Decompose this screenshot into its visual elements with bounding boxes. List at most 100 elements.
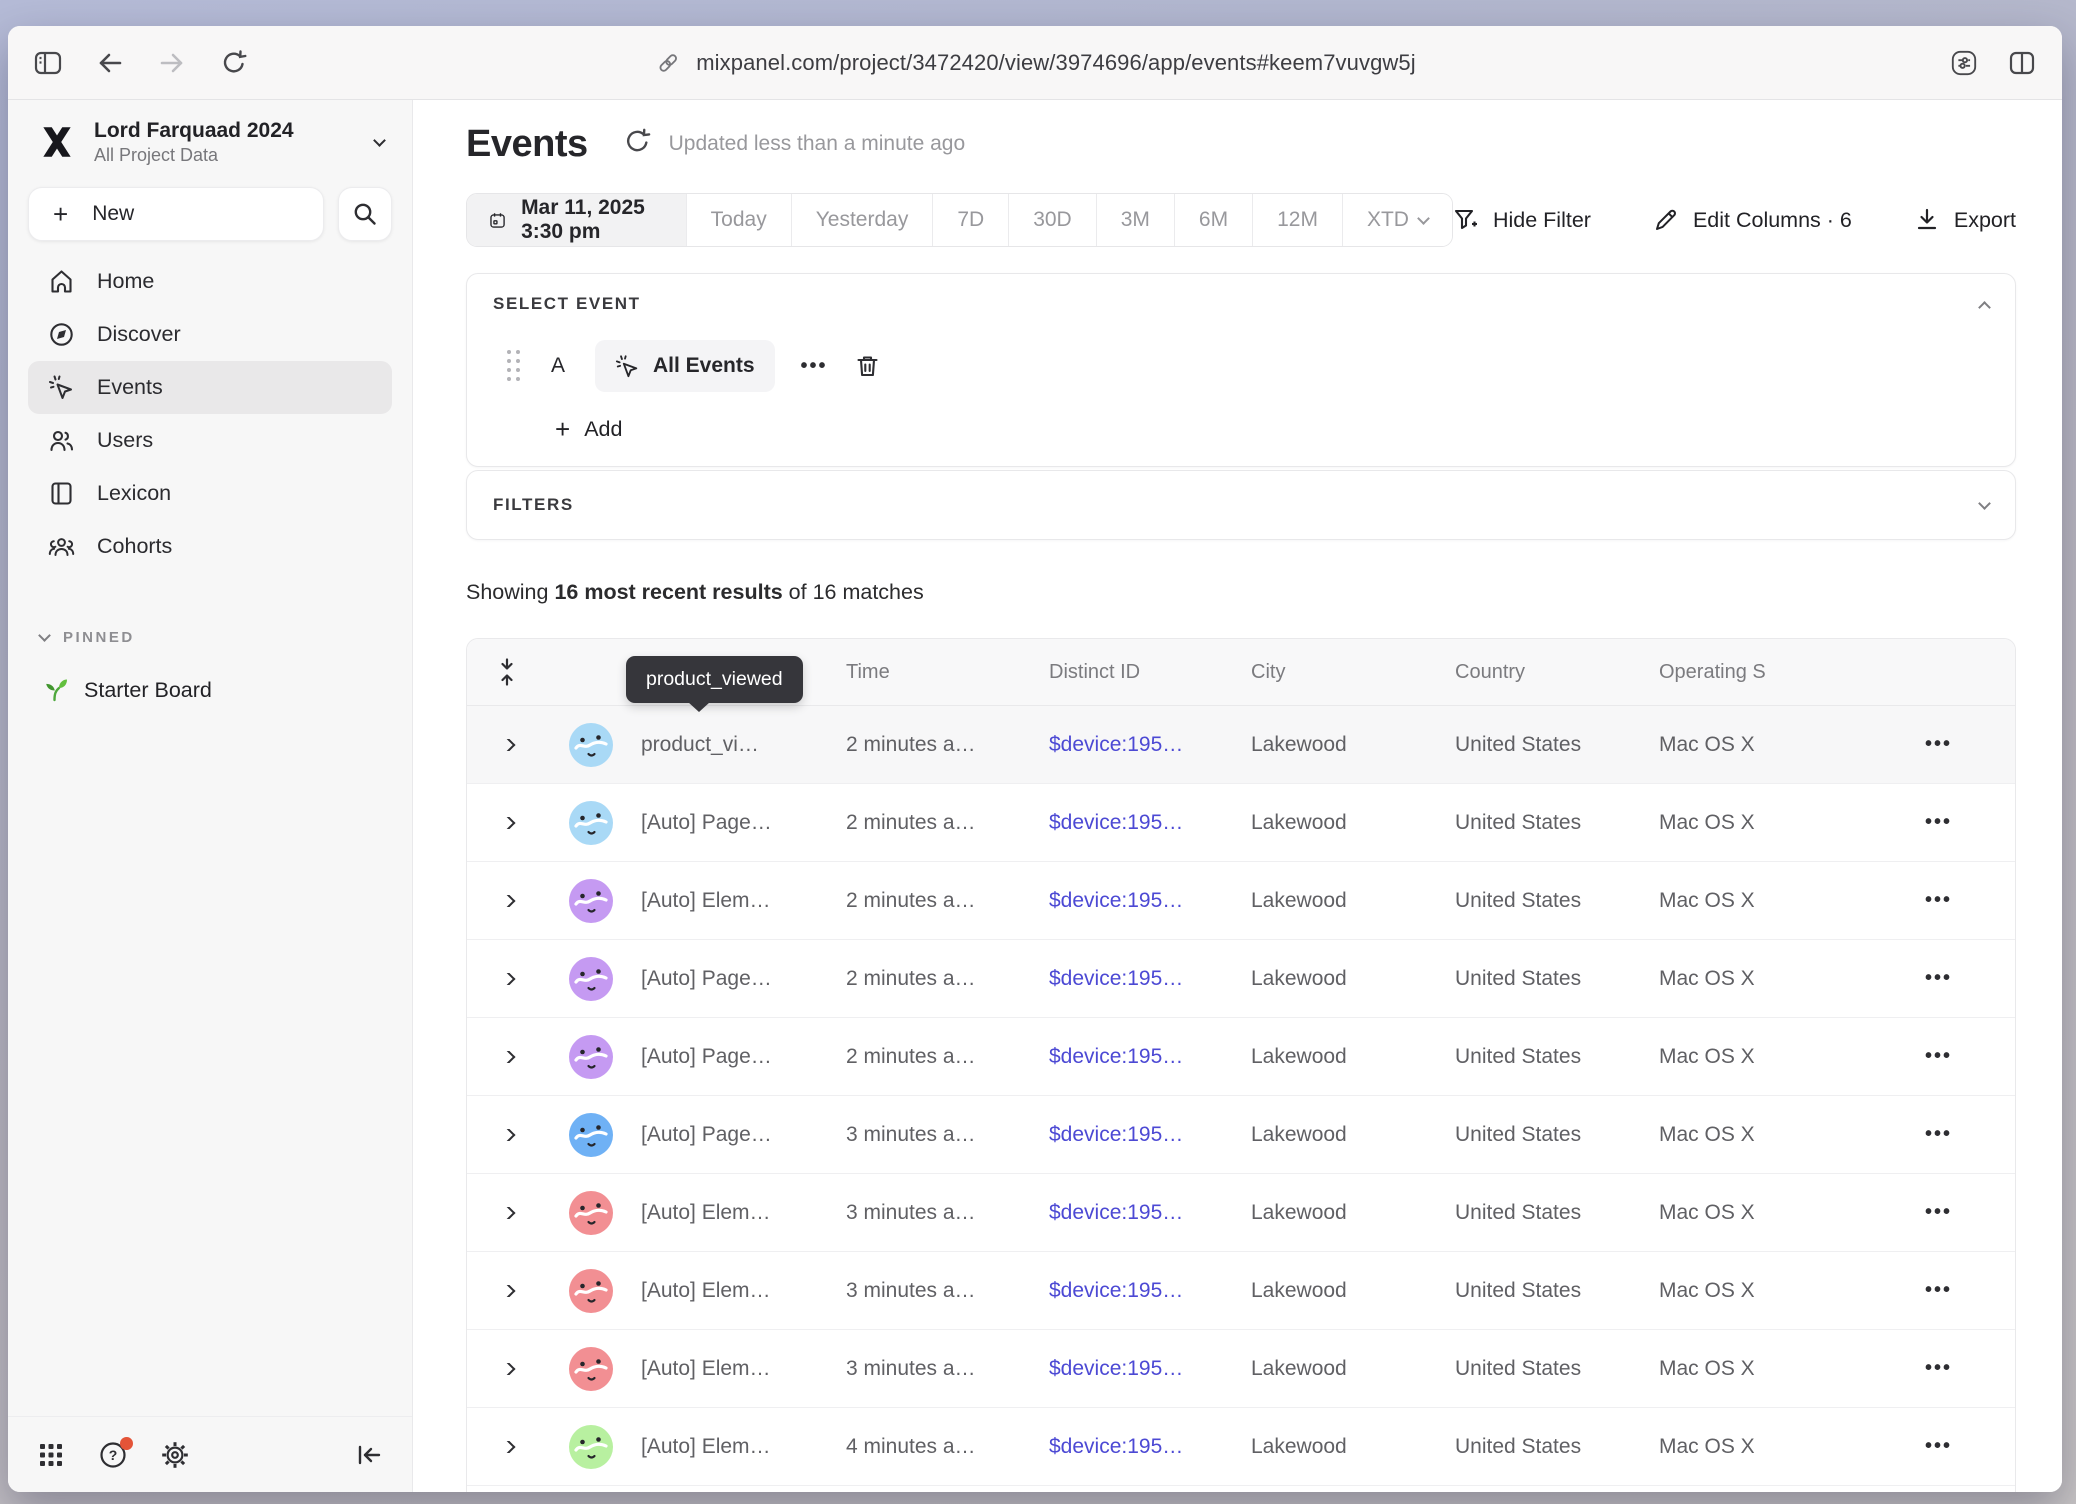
- column-header-os[interactable]: Operating S: [1659, 661, 1862, 684]
- event-name[interactable]: [Auto] Page…: [641, 811, 846, 835]
- row-actions-icon[interactable]: •••: [1862, 1357, 2015, 1380]
- row-actions-icon[interactable]: •••: [1862, 1201, 2015, 1224]
- distinct-id-link[interactable]: $device:195…: [1049, 967, 1251, 991]
- expand-row-icon[interactable]: [499, 895, 516, 907]
- expand-row-icon[interactable]: [499, 817, 516, 829]
- more-options-icon[interactable]: •••: [801, 355, 828, 378]
- sidebar-item-discover[interactable]: Discover: [28, 308, 392, 361]
- row-actions-icon[interactable]: •••: [1862, 811, 2015, 834]
- new-button[interactable]: + New: [28, 187, 324, 241]
- expand-row-icon[interactable]: [499, 973, 516, 985]
- table-row[interactable]: [Auto] Page… 2 minutes a… $device:195… L…: [467, 940, 2015, 1018]
- add-event-button[interactable]: + Add: [493, 416, 1989, 442]
- browser-window: mixpanel.com/project/3472420/view/397469…: [8, 26, 2062, 1492]
- city-value: Lakewood: [1251, 889, 1455, 913]
- apps-grid-icon[interactable]: [36, 1440, 66, 1470]
- distinct-id-link[interactable]: $device:195…: [1049, 733, 1251, 757]
- event-name[interactable]: [Auto] Page…: [641, 967, 846, 991]
- address-bar[interactable]: mixpanel.com/project/3472420/view/397469…: [654, 26, 1416, 100]
- expand-row-icon[interactable]: [499, 739, 516, 751]
- pinned-section-header[interactable]: PINNED: [28, 629, 392, 646]
- event-name[interactable]: [Auto] Page…: [641, 1045, 846, 1069]
- preset-30d[interactable]: 30D: [1008, 194, 1096, 246]
- refresh-icon[interactable]: [624, 128, 651, 160]
- drag-handle-icon[interactable]: [507, 350, 521, 382]
- collapse-rows-icon[interactable]: [467, 658, 547, 686]
- preset-7d[interactable]: 7D: [932, 194, 1008, 246]
- row-actions-icon[interactable]: •••: [1862, 967, 2015, 990]
- preset-6m[interactable]: 6M: [1174, 194, 1252, 246]
- reload-icon[interactable]: [220, 49, 248, 77]
- event-selector-chip[interactable]: All Events: [595, 340, 775, 392]
- column-header-country[interactable]: Country: [1455, 661, 1659, 684]
- collapse-panel-icon[interactable]: [1978, 301, 1991, 314]
- expand-row-icon[interactable]: [499, 1051, 516, 1063]
- row-actions-icon[interactable]: •••: [1862, 1279, 2015, 1302]
- event-name[interactable]: [Auto] Elem…: [641, 1279, 846, 1303]
- collapse-sidebar-icon[interactable]: [354, 1440, 384, 1470]
- expand-row-icon[interactable]: [499, 1441, 516, 1453]
- distinct-id-link[interactable]: $device:195…: [1049, 1045, 1251, 1069]
- panel-toggle-icon[interactable]: [34, 49, 62, 77]
- expand-panel-icon[interactable]: [1978, 497, 1991, 510]
- distinct-id-link[interactable]: $device:195…: [1049, 1123, 1251, 1147]
- expand-row-icon[interactable]: [499, 1129, 516, 1141]
- table-row[interactable]: [Auto] Elem… 3 minutes a… $device:195… L…: [467, 1252, 2015, 1330]
- edit-columns-button[interactable]: Edit Columns · 6: [1653, 207, 1852, 233]
- date-picker[interactable]: Mar 11, 2025 3:30 pm: [467, 194, 686, 246]
- event-name[interactable]: [Auto] Elem…: [641, 1435, 846, 1459]
- event-name[interactable]: [Auto] Elem…: [641, 1201, 846, 1225]
- distinct-id-link[interactable]: $device:195…: [1049, 1357, 1251, 1381]
- event-name[interactable]: [Auto] Elem…: [641, 1357, 846, 1381]
- preset-yesterday[interactable]: Yesterday: [791, 194, 933, 246]
- table-row[interactable]: [Auto] Page… 2 minutes a… $device:195… L…: [467, 1018, 2015, 1096]
- hide-filter-button[interactable]: Hide Filter: [1453, 207, 1591, 233]
- event-name[interactable]: [Auto] Page…: [641, 1123, 846, 1147]
- sidebar-item-users[interactable]: Users: [28, 414, 392, 467]
- split-view-icon[interactable]: [2008, 49, 2036, 77]
- distinct-id-link[interactable]: $device:195…: [1049, 811, 1251, 835]
- table-row[interactable]: [Auto] Page… 3 minutes a… $device:195… L…: [467, 1096, 2015, 1174]
- expand-row-icon[interactable]: [499, 1363, 516, 1375]
- column-header-distinct-id[interactable]: Distinct ID: [1049, 661, 1251, 684]
- column-header-city[interactable]: City: [1251, 661, 1455, 684]
- sidebar-item-home[interactable]: Home: [28, 255, 392, 308]
- table-row[interactable]: [467, 1486, 2015, 1492]
- back-icon[interactable]: [96, 49, 124, 77]
- page-settings-icon[interactable]: [1950, 49, 1978, 77]
- table-row[interactable]: [Auto] Page… 2 minutes a… $device:195… L…: [467, 784, 2015, 862]
- project-switcher[interactable]: Lord Farquaad 2024 All Project Data: [28, 118, 392, 167]
- event-name[interactable]: product_vi…: [641, 733, 846, 757]
- preset-xtd[interactable]: XTD: [1342, 194, 1452, 246]
- trash-icon[interactable]: [854, 353, 881, 380]
- sidebar-item-events[interactable]: Events: [28, 361, 392, 414]
- row-actions-icon[interactable]: •••: [1862, 733, 2015, 756]
- help-icon[interactable]: ?: [98, 1440, 128, 1470]
- distinct-id-link[interactable]: $device:195…: [1049, 1201, 1251, 1225]
- row-actions-icon[interactable]: •••: [1862, 889, 2015, 912]
- sidebar-item-starter-board[interactable]: Starter Board: [28, 664, 392, 717]
- search-button[interactable]: [338, 187, 392, 241]
- row-actions-icon[interactable]: •••: [1862, 1435, 2015, 1458]
- expand-row-icon[interactable]: [499, 1207, 516, 1219]
- sidebar-item-lexicon[interactable]: Lexicon: [28, 467, 392, 520]
- table-row[interactable]: [Auto] Elem… 3 minutes a… $device:195… L…: [467, 1174, 2015, 1252]
- table-row[interactable]: [Auto] Elem… 4 minutes a… $device:195… L…: [467, 1408, 2015, 1486]
- expand-row-icon[interactable]: [499, 1285, 516, 1297]
- sidebar-item-cohorts[interactable]: Cohorts: [28, 520, 392, 573]
- column-header-time[interactable]: Time: [846, 661, 1049, 684]
- preset-today[interactable]: Today: [686, 194, 791, 246]
- preset-3m[interactable]: 3M: [1096, 194, 1174, 246]
- row-actions-icon[interactable]: •••: [1862, 1123, 2015, 1146]
- preset-12m[interactable]: 12M: [1252, 194, 1342, 246]
- table-row[interactable]: [Auto] Elem… 2 minutes a… $device:195… L…: [467, 862, 2015, 940]
- table-row[interactable]: product_vi… 2 minutes a… $device:195… La…: [467, 706, 2015, 784]
- export-button[interactable]: Export: [1914, 207, 2016, 233]
- distinct-id-link[interactable]: $device:195…: [1049, 1279, 1251, 1303]
- distinct-id-link[interactable]: $device:195…: [1049, 889, 1251, 913]
- event-name[interactable]: [Auto] Elem…: [641, 889, 846, 913]
- row-actions-icon[interactable]: •••: [1862, 1045, 2015, 1068]
- table-row[interactable]: [Auto] Elem… 3 minutes a… $device:195… L…: [467, 1330, 2015, 1408]
- settings-gear-icon[interactable]: [160, 1440, 190, 1470]
- distinct-id-link[interactable]: $device:195…: [1049, 1435, 1251, 1459]
